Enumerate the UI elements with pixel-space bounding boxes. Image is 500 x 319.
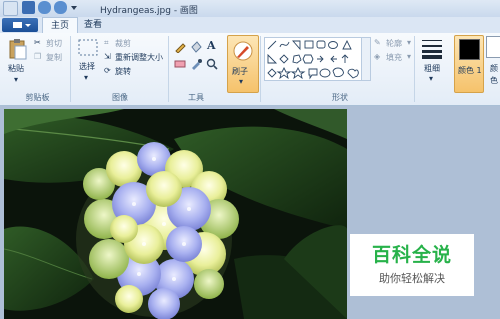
image-group-label: 图像 bbox=[112, 93, 128, 102]
resize-button[interactable]: 重新调整大小 bbox=[115, 52, 163, 63]
file-menu-button[interactable] bbox=[2, 18, 38, 32]
outline-dropdown-icon[interactable]: ▾ bbox=[407, 38, 411, 47]
brushes-button[interactable]: 刷子 ▾ bbox=[227, 35, 259, 93]
outline-icon: ✎ bbox=[374, 38, 381, 47]
canvas-image[interactable] bbox=[4, 109, 347, 319]
select-icon[interactable] bbox=[77, 38, 99, 58]
pencil-icon[interactable] bbox=[174, 41, 186, 53]
cut-icon: ✂ bbox=[34, 38, 41, 47]
tab-home[interactable]: 主页 bbox=[42, 17, 79, 34]
watermark-title: 百科全说 bbox=[371, 244, 452, 266]
paste-button[interactable]: 粘贴 bbox=[8, 63, 24, 74]
copy-button[interactable]: 复制 bbox=[46, 52, 62, 63]
crop-icon: ⌗ bbox=[104, 38, 109, 47]
brush-icon bbox=[233, 41, 253, 61]
select-dropdown-icon[interactable]: ▾ bbox=[84, 73, 88, 82]
hydrangea-photo bbox=[4, 109, 347, 319]
app-menu-icon[interactable] bbox=[3, 1, 18, 16]
shapes-gallery[interactable] bbox=[264, 37, 362, 81]
tools-group-label: 工具 bbox=[188, 93, 204, 102]
title-bar: Hydrangeas.jpg - 画图 bbox=[0, 0, 500, 18]
divider bbox=[414, 36, 415, 102]
clipboard-group-label: 剪贴板 bbox=[25, 93, 50, 102]
shapes-group-label: 形状 bbox=[332, 93, 348, 102]
divider bbox=[260, 36, 261, 102]
color2-swatch[interactable] bbox=[486, 36, 500, 58]
color1-swatch bbox=[459, 39, 480, 60]
crop-button[interactable]: 裁剪 bbox=[115, 38, 131, 49]
color1-label: 颜色 1 bbox=[458, 66, 482, 75]
shapes-scroll[interactable] bbox=[361, 37, 371, 81]
resize-icon: ⇲ bbox=[104, 52, 111, 61]
size-icon[interactable] bbox=[420, 37, 444, 59]
divider bbox=[70, 36, 71, 102]
fill-icon: ◈ bbox=[374, 52, 381, 61]
brushes-label: 刷子 bbox=[232, 67, 248, 76]
customize-quick-access-icon[interactable] bbox=[70, 1, 78, 14]
watermark: 百科全说 助你轻松解决 bbox=[350, 234, 474, 296]
redo-icon[interactable] bbox=[54, 1, 67, 14]
outline-button[interactable]: 轮廓 bbox=[386, 38, 402, 49]
eraser-icon[interactable] bbox=[174, 58, 186, 70]
window-title: Hydrangeas.jpg - 画图 bbox=[100, 6, 198, 16]
paste-dropdown-icon[interactable]: ▾ bbox=[14, 75, 18, 84]
size-button[interactable]: 粗细 bbox=[424, 63, 440, 74]
rotate-button[interactable]: 旋转 bbox=[115, 66, 131, 77]
size-dropdown-icon[interactable]: ▾ bbox=[429, 74, 433, 83]
fill-dropdown-icon[interactable]: ▾ bbox=[407, 52, 411, 61]
color2-label: 颜色 bbox=[490, 64, 498, 85]
shapes-gallery-icons bbox=[267, 39, 359, 80]
ribbon-tabs: 主页 查看 bbox=[0, 17, 500, 34]
divider bbox=[168, 36, 169, 102]
magnifier-icon[interactable] bbox=[206, 58, 218, 70]
ribbon: 粘贴 ▾ ✂ 剪切 ❐ 复制 剪贴板 选择 ▾ ⌗ 裁剪 ⇲ 重新调整大小 ⟳ … bbox=[0, 33, 500, 106]
rotate-icon: ⟳ bbox=[104, 66, 111, 75]
save-icon[interactable] bbox=[22, 1, 35, 14]
fill-button[interactable]: 填充 bbox=[386, 52, 402, 63]
watermark-subtitle: 助你轻松解决 bbox=[379, 272, 445, 285]
paste-icon[interactable] bbox=[8, 38, 28, 60]
brushes-dropdown-icon: ▾ bbox=[239, 77, 244, 86]
undo-icon[interactable] bbox=[38, 1, 51, 14]
fill-bucket-icon[interactable] bbox=[190, 41, 202, 53]
select-button[interactable]: 选择 bbox=[79, 61, 95, 72]
tab-view[interactable]: 查看 bbox=[76, 17, 110, 33]
copy-icon: ❐ bbox=[34, 52, 42, 61]
text-tool-icon[interactable]: A bbox=[207, 39, 216, 52]
color-picker-icon[interactable] bbox=[190, 58, 202, 70]
color1-button[interactable]: 颜色 1 bbox=[454, 35, 484, 93]
cut-button[interactable]: 剪切 bbox=[46, 38, 62, 49]
